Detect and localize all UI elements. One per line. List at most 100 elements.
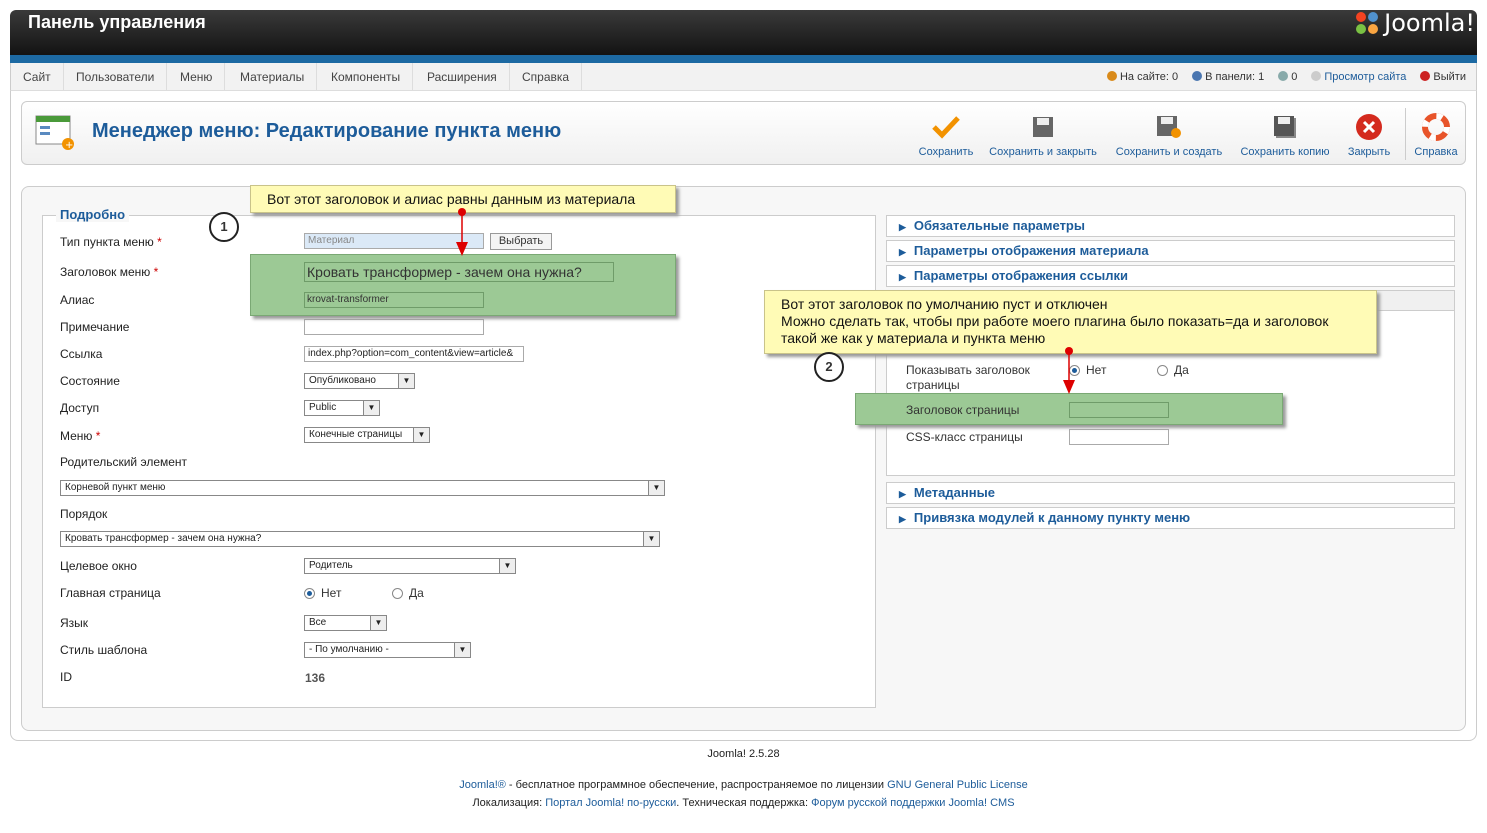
joomla-link[interactable]: Joomla!®	[459, 779, 506, 791]
save-new-button[interactable]: Сохранить и создать	[1113, 112, 1225, 158]
link-label: Ссылка	[60, 347, 103, 361]
svg-text:+: +	[65, 140, 73, 151]
save-copy-button[interactable]: Сохранить копию	[1238, 112, 1332, 158]
state-label: Состояние	[60, 374, 120, 388]
radio-icon	[304, 588, 315, 599]
css-class-field[interactable]	[1069, 429, 1169, 445]
menu-item-extensions[interactable]: Расширения	[415, 63, 510, 91]
floppy-plus-icon	[1154, 112, 1184, 142]
annotation-marker-2: 2	[814, 352, 844, 382]
annotation-marker-1: 1	[209, 212, 239, 242]
footer-license: Joomla!® - бесплатное программное обеспе…	[459, 779, 1028, 791]
page-heading-label: Заголовок страницы	[906, 403, 1020, 417]
save-button[interactable]: Сохранить	[915, 112, 977, 158]
menu-item-menus[interactable]: Меню	[168, 63, 226, 91]
access-select[interactable]: Public ▼	[304, 400, 380, 416]
help-button[interactable]: Справка	[1412, 112, 1460, 158]
page-title: Панель управления	[28, 12, 206, 32]
portal-link[interactable]: Портал Joomla! по-русски	[545, 797, 676, 809]
forum-link[interactable]: Форум русской поддержки Joomla! CMS	[811, 797, 1014, 809]
note2-line-3: такой же как у материала и пункта меню	[781, 330, 1046, 346]
menu-item-content[interactable]: Материалы	[228, 63, 318, 91]
access-label: Доступ	[60, 401, 100, 415]
triangle-right-icon: ▶	[899, 247, 906, 257]
home-no-radio[interactable]: Нет	[304, 586, 341, 600]
type-label: Тип пункта меню *	[60, 235, 162, 249]
checkmark-icon	[931, 112, 961, 142]
title-field[interactable]: Кровать трансформер - зачем она нужна?	[304, 262, 614, 282]
main-menu: Сайт Пользователи Меню Материалы Компоне…	[10, 63, 1477, 91]
chevron-down-icon: ▼	[370, 616, 386, 630]
messages-count[interactable]: 0	[1278, 63, 1297, 91]
show-title-label: Показывать заголовок страницы	[906, 363, 1030, 392]
logo-text: Joomla!	[1384, 9, 1475, 37]
template-style-label: Стиль шаблона	[60, 643, 148, 657]
users-online: На сайте: 0	[1106, 63, 1178, 91]
admin-icon	[1192, 71, 1203, 81]
triangle-right-icon: ▶	[899, 514, 906, 524]
preview-icon	[1311, 71, 1322, 81]
menu-label: Меню *	[60, 429, 101, 443]
note2-line-2: Можно сделать так, чтобы при работе моег…	[781, 313, 1329, 329]
link-field[interactable]: index.php?option=com_content&view=articl…	[304, 346, 524, 362]
menu-item-components[interactable]: Компоненты	[319, 63, 414, 91]
css-class-label: CSS-класс страницы	[906, 430, 1023, 444]
chevron-down-icon: ▼	[398, 374, 414, 388]
header-accent-bar	[10, 55, 1477, 63]
admins-online: В панели: 1	[1192, 63, 1264, 91]
state-select[interactable]: Опубликовано ▼	[304, 373, 415, 389]
id-label: ID	[60, 670, 72, 684]
menu-item-site[interactable]: Сайт	[11, 63, 64, 91]
select-type-button[interactable]: Выбрать	[490, 233, 552, 250]
alias-label: Алиас	[60, 293, 95, 307]
radio-icon	[392, 588, 403, 599]
menu-item-help[interactable]: Справка	[510, 63, 583, 91]
alias-field[interactable]: krovat-transformer	[304, 292, 484, 308]
accordion-modules[interactable]: ▶ Привязка модулей к данному пункту меню	[886, 507, 1455, 529]
status-bar: На сайте: 0 В панели: 1 0 Просмотр сайта…	[1106, 63, 1466, 91]
accordion-required[interactable]: ▶ Обязательные параметры	[886, 215, 1455, 237]
chevron-down-icon: ▼	[363, 401, 379, 415]
details-legend: Подробно	[56, 207, 130, 222]
copy-floppy-icon	[1270, 112, 1300, 142]
joomla-logo-icon	[1356, 12, 1379, 34]
accordion-article-display[interactable]: ▶ Параметры отображения материала	[886, 240, 1455, 262]
chevron-down-icon: ▼	[413, 428, 429, 442]
parent-select[interactable]: Корневой пункт меню ▼	[60, 480, 665, 496]
toolbar: + Менеджер меню: Редактирование пункта м…	[21, 101, 1466, 165]
order-select[interactable]: Кровать трансформер - зачем она нужна? ▼	[60, 531, 660, 547]
arrow-down-icon	[456, 208, 468, 256]
home-yes-radio[interactable]: Да	[392, 586, 424, 600]
close-button[interactable]: Закрыть	[1344, 112, 1394, 158]
accordion-metadata[interactable]: ▶ Метаданные	[886, 482, 1455, 504]
arrow-down-icon	[1063, 347, 1075, 394]
chevron-down-icon: ▼	[648, 481, 664, 495]
page-heading-field[interactable]	[1069, 402, 1169, 418]
show-title-yes-radio[interactable]: Да	[1157, 363, 1189, 377]
annotation-note-2: Вот этот заголовок по умолчанию пуст и о…	[764, 290, 1377, 354]
title-label: Заголовок меню *	[60, 265, 159, 279]
save-close-button[interactable]: Сохранить и закрыть	[987, 112, 1099, 158]
triangle-right-icon: ▶	[899, 222, 906, 232]
toolbar-title: Менеджер меню: Редактирование пункта мен…	[92, 120, 562, 142]
mail-icon	[1278, 71, 1289, 81]
chevron-down-icon: ▼	[643, 532, 659, 546]
logout-icon	[1420, 71, 1431, 81]
language-select[interactable]: Все ▼	[304, 615, 387, 631]
accordion-link-display[interactable]: ▶ Параметры отображения ссылки	[886, 265, 1455, 287]
gpl-link[interactable]: GNU General Public License	[887, 779, 1028, 791]
floppy-icon	[1028, 112, 1058, 142]
language-label: Язык	[60, 616, 89, 630]
view-site-link[interactable]: Просмотр сайта	[1311, 63, 1406, 91]
target-select[interactable]: Родитель ▼	[304, 558, 516, 574]
footer-localization: Локализация: Портал Joomla! по-русски. Т…	[472, 797, 1015, 809]
note-label: Примечание	[60, 320, 130, 334]
menu-item-users[interactable]: Пользователи	[64, 63, 168, 91]
menu-select[interactable]: Конечные страницы ▼	[304, 427, 430, 443]
parent-label: Родительский элемент	[60, 455, 188, 469]
logout-link[interactable]: Выйти	[1420, 63, 1466, 91]
template-style-select[interactable]: - По умолчанию - ▼	[304, 642, 471, 658]
radio-icon	[1157, 365, 1168, 376]
note2-line-1: Вот этот заголовок по умолчанию пуст и о…	[781, 296, 1108, 312]
note-field[interactable]	[304, 319, 484, 335]
